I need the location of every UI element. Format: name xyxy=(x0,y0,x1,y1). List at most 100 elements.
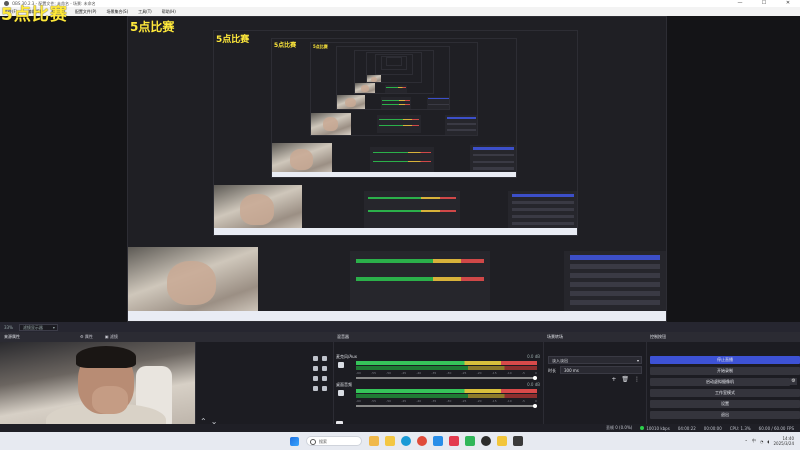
menu-help[interactable]: 帮助(H) xyxy=(162,9,176,15)
lock-icon[interactable] xyxy=(322,366,327,371)
tick: -15 xyxy=(491,371,497,375)
sources-list-panel: ⌃⌄ xyxy=(195,342,333,432)
source-row-4-icons xyxy=(313,386,327,391)
tick: -25 xyxy=(461,399,467,403)
tick: -20 xyxy=(476,371,482,375)
stream-time: 04:00:22 xyxy=(677,425,696,431)
track-2-volume-icon[interactable] xyxy=(338,390,344,396)
tick: -55 xyxy=(371,399,376,403)
properties-button[interactable]: ⚙ 属性 xyxy=(80,334,93,340)
app-red-icon[interactable] xyxy=(449,436,459,446)
track-2-ticks: -60 -55 -50 -45 -40 -35 -30 -25 -20 -15 -10 -5 0 xyxy=(356,399,537,403)
task-view-icon[interactable] xyxy=(369,436,379,446)
live-dot-icon xyxy=(640,425,645,430)
menu-scene-collection[interactable]: 场景集合(S) xyxy=(106,9,128,15)
dropped-frames: 丢帧 0 (0.0%) xyxy=(605,425,633,430)
obs-taskbar-icon[interactable] xyxy=(481,436,491,446)
bitrate-value: 10010 kbps xyxy=(646,425,670,431)
transitions-dock-header: 场景转场 xyxy=(543,332,646,342)
close-button[interactable]: ✕ xyxy=(776,0,800,7)
track-2-volume-knob[interactable] xyxy=(533,404,537,408)
track-2-volume-slider[interactable] xyxy=(356,405,537,407)
sources-dock-title: 来源属性 xyxy=(4,334,20,339)
media-icon[interactable] xyxy=(433,436,443,446)
virtual-camera-button[interactable]: 启动虚拟摄像机 xyxy=(650,378,790,386)
source-row-2-icons xyxy=(313,366,327,371)
lock-icon[interactable] xyxy=(322,376,327,381)
maximize-button[interactable]: ☐ xyxy=(752,0,776,7)
clock-date: 2025/3/24 xyxy=(773,441,794,446)
filters-button-label: 滤镜 xyxy=(109,334,118,339)
track-2-meter xyxy=(356,389,537,393)
tick: -50 xyxy=(386,371,392,375)
nested-mixer xyxy=(350,251,490,311)
eye-icon[interactable] xyxy=(313,376,318,381)
bitrate-status: 10010 kbps xyxy=(640,425,670,431)
tick: -25 xyxy=(461,371,467,375)
file-explorer-icon[interactable] xyxy=(385,436,395,446)
lock-icon[interactable] xyxy=(322,356,327,361)
person-hands xyxy=(92,386,128,414)
remove-transition-button[interactable]: 🗑 xyxy=(621,376,629,383)
eye-icon[interactable] xyxy=(313,356,318,361)
tick: -10 xyxy=(506,371,512,375)
track-1-volume-slider[interactable] xyxy=(356,377,537,379)
track-1-volume-icon[interactable] xyxy=(338,362,344,368)
volume-icon[interactable]: ◖ xyxy=(767,439,769,444)
virtual-camera-gear-icon[interactable]: ⚙ xyxy=(790,378,797,385)
controls-dock: 停止直播 开始录制 启动虚拟摄像机 ⚙ 工作室模式 设置 退出 xyxy=(646,342,800,432)
eye-icon[interactable] xyxy=(313,386,318,391)
filters-button[interactable]: ▣ 滤镜 xyxy=(105,334,118,340)
tray-chevron-icon[interactable]: ⌃ xyxy=(745,439,748,444)
mixer-dock-header: 混音器 xyxy=(333,332,543,342)
studio-mode-button[interactable]: 工作室模式 xyxy=(650,389,800,397)
scene-strip: 33% 滤镜显示器 xyxy=(0,322,800,332)
app-yellow-icon[interactable] xyxy=(497,436,507,446)
transition-type-select[interactable]: 淡入淡出 xyxy=(548,356,642,364)
transition-more-button[interactable]: ⋮ xyxy=(634,376,640,383)
track-1-volume-knob[interactable] xyxy=(533,376,537,380)
audio-mixer: 麦克风/Aux 0.0 dB -60 -55 -50 -45 -40 -35 -30 -25-… xyxy=(333,342,543,432)
tick: -60 xyxy=(356,371,361,375)
track-1-ticks: -60 -55 -50 -45 -40 -35 -30 -25 -20 -15 -10 -5 0 xyxy=(356,371,537,375)
source-row-1-icons xyxy=(313,356,327,361)
menu-profile[interactable]: 配置文件(P) xyxy=(75,9,97,15)
chrome-icon[interactable] xyxy=(417,436,427,446)
tick: -20 xyxy=(476,399,482,403)
app-green-icon[interactable] xyxy=(465,436,475,446)
start-record-button[interactable]: 开始录制 xyxy=(650,367,800,375)
app-dark-icon[interactable] xyxy=(513,436,523,446)
tick: -5 xyxy=(521,399,525,403)
add-transition-button[interactable]: + xyxy=(611,376,616,383)
tick: -15 xyxy=(491,399,497,403)
transitions-dock-title: 场景转场 xyxy=(547,334,563,339)
menu-tools[interactable]: 工具(T) xyxy=(138,9,152,15)
windows-start-icon[interactable] xyxy=(290,436,299,446)
tick: 0 xyxy=(535,371,537,375)
taskbar-clock[interactable]: 14:40 2025/3/24 xyxy=(773,436,794,446)
tick: -5 xyxy=(521,371,525,375)
duration-input[interactable]: 300 ms xyxy=(560,366,642,374)
stop-stream-button[interactable]: 停止直播 xyxy=(650,356,800,364)
record-time: 00:00:00 xyxy=(703,425,722,431)
tick: 0 xyxy=(535,399,537,403)
cpu-usage: CPU: 1.3% xyxy=(729,425,751,431)
nested-preview-level-10 xyxy=(386,57,402,66)
track-1-name: 麦克风/Aux xyxy=(336,354,357,359)
ime-indicator[interactable]: 中 xyxy=(752,438,756,444)
eye-icon[interactable] xyxy=(313,366,318,371)
track-1-meter-b xyxy=(356,366,537,370)
tick: -10 xyxy=(506,399,512,403)
network-icon[interactable]: ◔ xyxy=(760,439,764,444)
scene-filter-select[interactable]: 滤镜显示器 xyxy=(18,323,58,331)
lock-icon[interactable] xyxy=(322,386,327,391)
tick: -45 xyxy=(401,371,407,375)
edge-icon[interactable] xyxy=(401,436,411,446)
minimize-button[interactable]: — xyxy=(728,0,752,7)
taskbar-search[interactable]: 搜索 xyxy=(306,436,362,446)
scene-transitions: 淡入淡出 时长 300 ms + 🗑 ⋮ xyxy=(543,342,646,432)
tick: -45 xyxy=(401,399,407,403)
settings-button[interactable]: 设置 xyxy=(650,400,800,408)
exit-button[interactable]: 退出 xyxy=(650,411,800,419)
sources-dock-header: 来源属性 ⚙ 属性 ▣ 滤镜 xyxy=(0,332,195,342)
